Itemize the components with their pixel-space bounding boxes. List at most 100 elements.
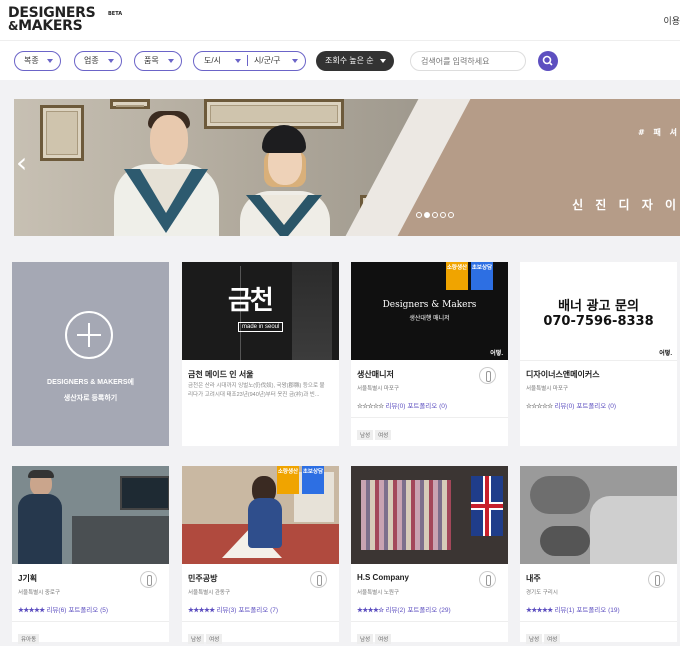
producer-card[interactable]: Designers & Makers 생산대행 매니저 어떻. 소량생산 초보상… bbox=[351, 262, 508, 446]
star-rating: ★★★★★ bbox=[188, 607, 215, 614]
header-nav-link[interactable]: 이용 bbox=[663, 14, 680, 27]
wall-frame bbox=[110, 99, 150, 109]
portfolio-link[interactable]: 포트폴리오 (7) bbox=[238, 607, 278, 614]
site-header: DESIGNERS &MAKERS BETA 이용 bbox=[0, 0, 680, 40]
search-icon bbox=[542, 55, 553, 66]
review-link[interactable]: 리뷰(0) bbox=[385, 403, 405, 410]
banner-title: 신 진 디 자 이 bbox=[572, 198, 680, 212]
carousel-dots bbox=[416, 205, 456, 223]
industry-filter[interactable]: 업종 bbox=[74, 51, 122, 71]
beginner-consult-badge: 초보상담 bbox=[471, 262, 493, 290]
chevron-down-icon bbox=[168, 59, 174, 63]
register-producer-card[interactable]: DESIGNERS & MAKERS에 생산자로 등록하기 bbox=[12, 262, 169, 446]
portfolio-link[interactable]: 포트폴리오 (29) bbox=[407, 607, 450, 614]
producer-card[interactable]: 금천 made in seoul 금천 메이드 인 서울 금천은 산라 시대까지… bbox=[182, 262, 339, 446]
beta-badge: BETA bbox=[108, 11, 123, 17]
chevron-down-icon bbox=[108, 59, 114, 63]
sweater-stripe bbox=[260, 195, 308, 225]
register-line-1: DESIGNERS & MAKERS에 bbox=[47, 379, 134, 386]
card-location: 서울특별시 마포구 bbox=[357, 386, 400, 392]
star-rating: ★★★★☆ bbox=[357, 607, 384, 614]
producer-card[interactable]: H.S Company 서울특별시 노원구 ★★★★☆ 리뷰(2) 포트폴리오 (… bbox=[351, 466, 508, 644]
divider bbox=[182, 621, 339, 622]
model-1-face bbox=[150, 115, 188, 165]
tag-list: 남성 여성 bbox=[188, 628, 224, 646]
card-title: 금천 메이드 인 서울 bbox=[188, 370, 254, 379]
card-title: 민주공방 bbox=[188, 574, 218, 583]
wall-frame bbox=[40, 105, 84, 161]
producer-card[interactable]: J기획 서울특별시 중로구 ★★★★★ 리뷰(6) 포트폴리오 (5) 유아동 bbox=[12, 466, 169, 644]
chevron-down-icon bbox=[292, 59, 298, 63]
tag: 여성 bbox=[206, 634, 223, 644]
tag: 유아동 bbox=[18, 634, 40, 644]
carousel-dot-active[interactable] bbox=[424, 212, 430, 218]
sweater-stripe bbox=[140, 169, 192, 213]
carousel-dot[interactable] bbox=[432, 212, 438, 218]
card-image-subtitle: made in seoul bbox=[238, 322, 284, 332]
category-filter[interactable]: 복종 bbox=[14, 51, 61, 71]
card-image bbox=[12, 466, 169, 564]
sewing-machine-icon bbox=[648, 571, 665, 588]
filter-bar: 복종 업종 품목 도/시 시/군/구 조회수 높은 순 bbox=[0, 40, 680, 80]
ad-card[interactable]: 배너 광고 문의 070-7596-8338 어떻. 디자이너스앤메이커스 서울… bbox=[520, 262, 677, 446]
watermark: 어떻. bbox=[490, 351, 503, 357]
factory-icon bbox=[479, 367, 496, 384]
tag-list: 남성 여성 bbox=[357, 424, 393, 442]
tag: 여성 bbox=[375, 430, 392, 440]
carousel-dot[interactable] bbox=[448, 212, 454, 218]
card-image-title: Designers & Makers bbox=[382, 300, 477, 310]
star-rating: ★★★★★ bbox=[18, 607, 45, 614]
district-select[interactable]: 시/군/구 bbox=[254, 52, 281, 69]
review-link[interactable]: 리뷰(0) bbox=[554, 403, 574, 410]
card-image bbox=[520, 466, 677, 564]
card-image bbox=[351, 466, 508, 564]
portfolio-link[interactable]: 포트폴리오 (5) bbox=[68, 607, 108, 614]
watermark: 어떻. bbox=[659, 351, 672, 357]
divider bbox=[351, 417, 508, 418]
small-batch-badge: 소량생산 bbox=[277, 466, 299, 494]
portfolio-link[interactable]: 포트폴리오 (0) bbox=[576, 403, 616, 410]
region-filter: 도/시 시/군/구 bbox=[193, 51, 306, 71]
register-line-2: 생산자로 등록하기 bbox=[63, 395, 118, 402]
review-link[interactable]: 리뷰(3) bbox=[216, 607, 236, 614]
card-title: 생산매니저 bbox=[357, 370, 394, 379]
sort-dropdown[interactable]: 조회수 높은 순 bbox=[316, 51, 394, 71]
carousel-dot[interactable] bbox=[440, 212, 446, 218]
item-filter[interactable]: 품목 bbox=[134, 51, 182, 71]
portfolio-link[interactable]: 포트폴리오 (19) bbox=[576, 607, 619, 614]
divider bbox=[351, 621, 508, 622]
carousel-dot[interactable] bbox=[416, 212, 422, 218]
chevron-down-icon bbox=[235, 59, 241, 63]
tag: 여성 bbox=[544, 634, 561, 644]
portfolio-link[interactable]: 포트폴리오 (0) bbox=[407, 403, 447, 410]
province-select[interactable]: 도/시 bbox=[204, 52, 221, 69]
producer-card[interactable]: 내주 경기도 구리시 ★★★★★ 리뷰(1) 포트폴리오 (19) 남성 여성 bbox=[520, 466, 677, 644]
review-link[interactable]: 리뷰(6) bbox=[46, 607, 66, 614]
divider bbox=[520, 621, 677, 622]
banner-tag: # 패 셔 bbox=[638, 128, 680, 137]
search-input[interactable] bbox=[410, 51, 526, 71]
beginner-consult-badge: 초보상담 bbox=[302, 466, 324, 494]
tag: 남성 bbox=[357, 634, 374, 644]
card-location: 서울특별시 노원구 bbox=[357, 590, 400, 596]
card-title: 내주 bbox=[526, 574, 541, 583]
card-location: 서울특별시 중로구 bbox=[18, 590, 61, 596]
logo-ampersand: & bbox=[8, 19, 19, 33]
rating-row: ★★★★★ 리뷰(1) 포트폴리오 (19) bbox=[526, 604, 620, 614]
card-location: 서울특별시 마포구 bbox=[526, 386, 569, 392]
search-button[interactable] bbox=[538, 51, 558, 71]
divider bbox=[520, 360, 677, 361]
star-rating: ☆☆☆☆☆ bbox=[526, 403, 553, 410]
review-link[interactable]: 리뷰(1) bbox=[554, 607, 574, 614]
card-title: H.S Company bbox=[357, 573, 410, 582]
logo-line-2: MAKERS bbox=[18, 18, 83, 34]
producer-card[interactable]: 소량생산 초보상담 민주공방 서울특별시 관동구 ★★★★★ 리뷰(3) 포트폴리… bbox=[182, 466, 339, 644]
review-link[interactable]: 리뷰(2) bbox=[385, 607, 405, 614]
site-logo[interactable]: DESIGNERS &MAKERS BETA bbox=[8, 6, 122, 34]
hero-banner[interactable]: # 패 셔 신 진 디 자 이 ‹ bbox=[14, 99, 680, 236]
ad-banner: 배너 광고 문의 070-7596-8338 어떻. bbox=[520, 262, 677, 360]
card-image: 금천 made in seoul bbox=[182, 262, 339, 360]
chevron-down-icon bbox=[380, 59, 386, 63]
divider bbox=[12, 621, 169, 622]
chevron-left-icon[interactable]: ‹ bbox=[16, 149, 27, 177]
